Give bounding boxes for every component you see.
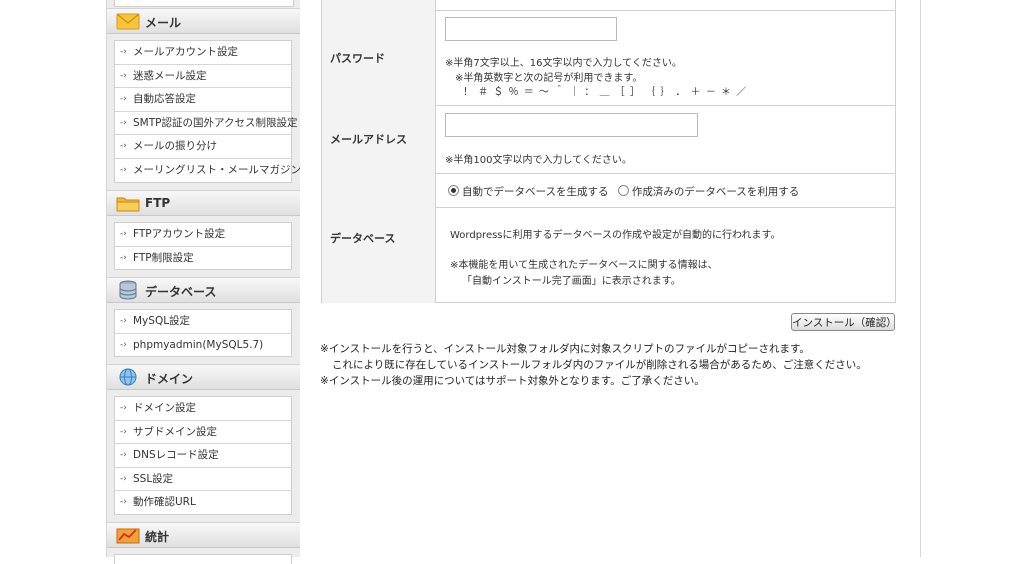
password-label: パスワード [330, 51, 385, 65]
section-title-mail: メール [145, 16, 182, 30]
arrow-icon: -› [120, 47, 127, 57]
arrow-icon: -› [120, 252, 127, 263]
sidebar-item-dns-record[interactable]: -› DNSレコード設定 [115, 444, 291, 468]
sidebar-item-auto-reply[interactable]: -› 自動応答設定 [115, 88, 291, 112]
mail-icon [116, 13, 140, 30]
arrow-icon: -› [120, 70, 127, 81]
radio-auto-database[interactable]: 自動でデータベースを生成する [448, 185, 608, 198]
section-list-domain: -› ドメイン設定 -› サブドメイン設定 -› DNSレコード設定 -› SSL設定 … [114, 396, 292, 515]
database-label: データベース [330, 232, 396, 245]
section-header-ftp: FTP [107, 190, 300, 216]
password-label-cell: パスワード [322, 10, 436, 105]
password-length-note: ※半角7文字以上、16文字以内で入力してください。 [445, 58, 682, 69]
form-row-password: パスワード ※半角7文字以上、16文字以内で入力してください。 ※半角英数字と次… [322, 10, 895, 106]
folder-icon [116, 197, 140, 212]
database-icon [119, 280, 137, 300]
email-input[interactable] [445, 113, 698, 137]
radio-existing-database-circle[interactable] [617, 185, 629, 196]
sidebar-item-phpmyadmin[interactable]: -› phpmyadmin(MySQL5.7) [115, 334, 291, 358]
password-input[interactable] [445, 17, 617, 41]
radio-existing-database[interactable]: 作成済みのデータベースを利用する [617, 185, 799, 198]
arrow-icon: -› [120, 316, 127, 326]
sidebar-item-smtp-restriction[interactable]: -› SMTP認証の国外アクセス制限設定 [115, 112, 297, 135]
arrow-icon: -› [120, 164, 127, 175]
sidebar-item-test-url[interactable]: -› 動作確認URL [115, 491, 291, 515]
section-title-stats: 統計 [145, 530, 170, 544]
email-label: メールアドレス [330, 133, 407, 146]
arrow-icon: -› [120, 473, 127, 484]
arrow-icon: -› [120, 426, 127, 437]
form-row-email: メールアドレス ※半角100文字以内で入力してください。 [322, 105, 895, 174]
section-header-domain: ドメイン [107, 364, 300, 390]
sidebar-item-domain-settings[interactable]: -› ドメイン設定 [115, 397, 291, 421]
section-list-stats [114, 554, 292, 564]
section-header-database: データベース [107, 277, 300, 303]
database-radio-group: 自動でデータベースを生成する 作成済みのデータベースを利用する [448, 184, 799, 199]
arrow-icon: -› [120, 117, 127, 128]
database-label-cell: データベース [322, 173, 436, 303]
section-title-database: データベース [145, 285, 217, 299]
sidebar-item-mail-account[interactable]: -› メールアカウント設定 [115, 41, 291, 65]
email-length-note: ※半角100文字以内で入力してください。 [445, 155, 632, 166]
arrow-icon: -› [120, 94, 127, 104]
database-row-divider [436, 207, 895, 208]
install-warning-3: ※インストール後の運用についてはサポート対象外となります。ご了承ください。 [320, 375, 705, 387]
sidebar-item-ftp-account[interactable]: -› FTPアカウント設定 [115, 223, 291, 247]
arrow-icon: -› [120, 450, 127, 460]
section-header-stats: 統計 [107, 522, 300, 548]
arrow-icon: -› [120, 141, 127, 151]
email-label-cell: メールアドレス [322, 105, 436, 173]
form-row-database: データベース 自動でデータベースを生成する 作成済みのデータベースを利用する W… [322, 173, 895, 303]
database-description: Wordpressに利用するデータベースの作成や設定が自動的に行われます。 [450, 230, 781, 241]
stats-icon [116, 528, 140, 544]
section-list-database: -› MySQL設定 -› phpmyadmin(MySQL5.7) [114, 309, 292, 357]
section-list-mail: -› メールアカウント設定 -› 迷惑メール設定 -› 自動応答設定 -› SMTP認証… [114, 40, 301, 183]
form-label-cell [322, 0, 436, 10]
sidebar-list-top-edge [114, 0, 294, 7]
install-form-table: パスワード ※半角7文字以上、16文字以内で入力してください。 ※半角英数字と次… [321, 0, 896, 303]
sidebar-item-mailing-list[interactable]: -› メーリングリスト・メールマガジン [115, 159, 301, 183]
sidebar-item-mail-filter[interactable]: -› メールの振り分け [115, 135, 291, 159]
radio-auto-database-circle[interactable] [448, 185, 459, 196]
section-title-domain: ドメイン [145, 372, 194, 386]
sidebar-item-mysql[interactable]: -› MySQL設定 [115, 310, 291, 334]
arrow-icon: -› [120, 403, 127, 413]
database-info-note: ※本機能を用いて生成されたデータベースに関する情報は、 [450, 260, 718, 271]
globe-icon [119, 368, 137, 386]
database-info-note-2: 「自動インストール完了画面」に表示されます。 [462, 276, 681, 287]
install-warning-2: これにより既に存在しているインストールフォルダ内のファイルが削除される場合がある… [332, 359, 867, 371]
section-header-mail: メール [107, 8, 300, 34]
section-title-ftp: FTP [145, 196, 171, 210]
sidebar: メール -› メールアカウント設定 -› 迷惑メール設定 -› 自動応答設定 -› SM… [107, 0, 301, 564]
arrow-icon: -› [120, 229, 127, 239]
install-warning-1: ※インストールを行うと、インストール対象フォルダ内に対象スクリプトのファイルがコ… [320, 343, 810, 355]
arrow-icon: -› [120, 497, 127, 507]
sidebar-item-subdomain[interactable]: -› サブドメイン設定 [115, 421, 291, 444]
section-list-ftp: -› FTPアカウント設定 -› FTP制限設定 [114, 222, 292, 270]
sidebar-item-spam-settings[interactable]: -› 迷惑メール設定 [115, 65, 291, 88]
password-symbols: ！ ＃ ＄ ％ ＝ ～ ＾ ｜ ： ＿ ［ ］ ｛ ｝ ． ＋ － ＊ ／ [463, 87, 748, 98]
sidebar-item-ftp-restriction[interactable]: -› FTP制限設定 [115, 247, 291, 271]
install-confirm-button[interactable]: インストール（確認） [791, 313, 897, 331]
password-charset-note: ※半角英数字と次の記号が利用できます。 [455, 73, 643, 84]
sidebar-item-ssl[interactable]: -› SSL設定 [115, 468, 291, 491]
arrow-icon: -› [120, 339, 127, 350]
